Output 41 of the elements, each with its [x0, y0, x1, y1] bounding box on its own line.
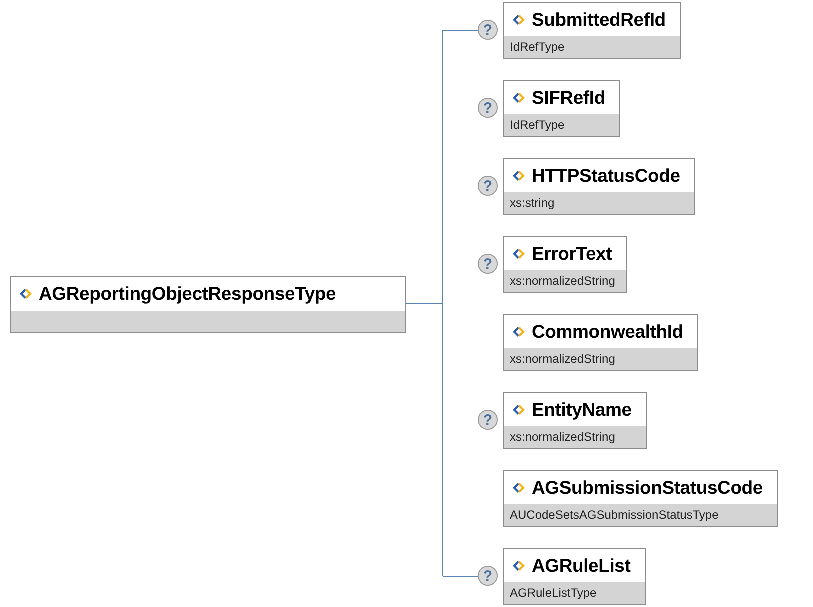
child-element-box[interactable]: SIFRefId IdRefType: [503, 80, 620, 137]
element-icon: [512, 482, 526, 494]
element-icon: [19, 288, 33, 300]
element-name: HTTPStatusCode: [532, 164, 680, 186]
element-name: SubmittedRefId: [532, 8, 666, 30]
element-name: AGSubmissionStatusCode: [532, 476, 763, 498]
element-icon: [512, 14, 526, 26]
element-name: AGReportingObjectResponseType: [39, 283, 336, 305]
element-icon: [512, 92, 526, 104]
child-element-box[interactable]: CommonwealthId xs:normalizedString: [503, 314, 698, 371]
element-type: AGRuleListType: [510, 586, 597, 600]
element-type: xs:normalizedString: [510, 352, 616, 366]
optional-marker: ?: [478, 98, 498, 118]
element-icon: [512, 170, 526, 182]
optional-marker: ?: [478, 20, 498, 40]
child-element-box[interactable]: HTTPStatusCode xs:string: [503, 158, 696, 215]
element-icon: [512, 560, 526, 572]
element-icon: [512, 326, 526, 338]
element-type: xs:normalizedString: [510, 430, 616, 444]
optional-marker: ?: [478, 254, 498, 274]
optional-marker: ?: [478, 410, 498, 430]
root-element-box[interactable]: AGReportingObjectResponseType: [10, 276, 406, 333]
element-type: AUCodeSetsAGSubmissionStatusType: [510, 508, 719, 522]
child-element-box[interactable]: EntityName xs:normalizedString: [503, 392, 647, 449]
element-icon: [512, 404, 526, 416]
child-element-box[interactable]: SubmittedRefId IdRefType: [503, 2, 681, 59]
optional-marker: ?: [478, 176, 498, 196]
element-type: xs:string: [510, 196, 555, 210]
child-element-box[interactable]: AGSubmissionStatusCode AUCodeSetsAGSubmissionStatusType: [503, 470, 778, 527]
element-name: CommonwealthId: [532, 320, 684, 342]
child-element-box[interactable]: ErrorText xs:normalizedString: [503, 236, 628, 293]
element-name: EntityName: [532, 398, 632, 420]
element-name: ErrorText: [532, 242, 612, 264]
element-type: IdRefType: [510, 118, 565, 132]
element-name: AGRuleList: [532, 554, 631, 576]
element-name: SIFRefId: [532, 86, 606, 108]
optional-marker: ?: [478, 566, 498, 586]
element-type: IdRefType: [510, 40, 565, 54]
child-element-box[interactable]: AGRuleList AGRuleListType: [503, 548, 646, 605]
element-type: xs:normalizedString: [510, 274, 616, 288]
element-icon: [512, 248, 526, 260]
